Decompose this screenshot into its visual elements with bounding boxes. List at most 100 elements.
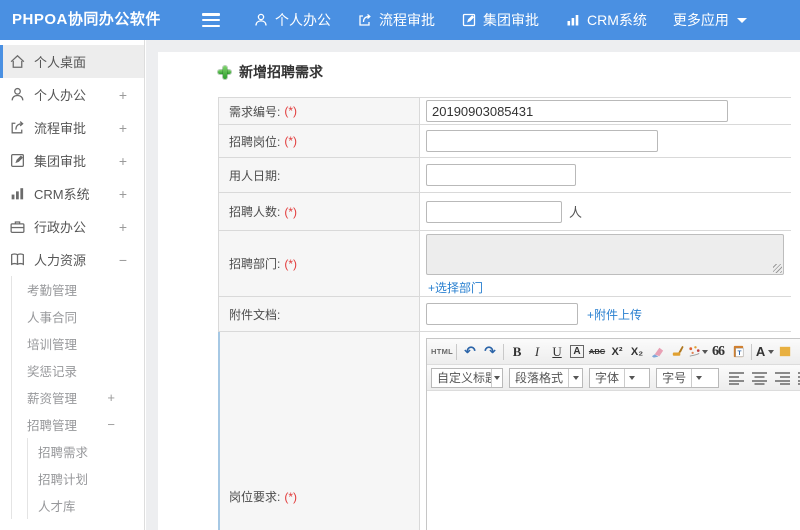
top-menu-group-approval[interactable]: 集团审批 xyxy=(448,0,552,40)
unit-suffix: 人 xyxy=(569,205,583,220)
html-source-button[interactable]: HTML xyxy=(431,342,453,362)
font-color-button[interactable]: A xyxy=(755,342,775,362)
select-department-link[interactable]: +选择部门 xyxy=(428,279,483,296)
bar-chart-icon xyxy=(9,185,26,202)
required-marker: (*) xyxy=(284,204,298,219)
align-right-icon[interactable] xyxy=(773,368,792,388)
recruit-demand-form: 需求编号: (*) 招聘岗位: (*) 用人日期 xyxy=(218,97,800,530)
collapse-minus-icon[interactable]: − xyxy=(107,417,115,432)
sidebar-item-talent-pool[interactable]: 人才库 xyxy=(28,492,144,519)
form-row-attachment: 附件文档: +附件上传 xyxy=(218,297,791,332)
redo-button[interactable]: ↷ xyxy=(480,342,500,362)
top-menu-crm[interactable]: CRM系统 xyxy=(552,0,660,40)
sidebar-item-admin-office[interactable]: 行政办公 + xyxy=(0,210,144,243)
sidebar: 个人桌面 个人办公 + 流程审批 + 集团审批 + CRM系统 + 行政办公 +… xyxy=(0,40,145,530)
expand-plus-icon[interactable]: + xyxy=(119,87,127,103)
edit-approve-icon xyxy=(461,12,477,28)
paste-button[interactable]: T xyxy=(728,342,748,362)
form-row-position: 招聘岗位: (*) xyxy=(218,125,791,158)
sidebar-item-rewards[interactable]: 奖惩记录 xyxy=(12,357,144,384)
briefcase-icon xyxy=(9,218,26,235)
sidebar-item-salary[interactable]: 薪资管理 + xyxy=(12,384,144,411)
form-row-demand-number: 需求编号: (*) xyxy=(218,98,791,125)
expand-plus-icon[interactable]: + xyxy=(119,153,127,169)
heading-select[interactable]: 自定义标题 xyxy=(431,367,503,388)
bold-button[interactable]: B xyxy=(507,342,527,362)
collapse-minus-icon[interactable]: − xyxy=(119,252,127,268)
field-label: 招聘部门: xyxy=(229,257,281,271)
sidebar-item-training[interactable]: 培训管理 xyxy=(12,330,144,357)
hire-date-input[interactable] xyxy=(426,164,576,186)
form-row-headcount: 招聘人数: (*) 人 xyxy=(218,193,791,231)
sidebar-item-recruit-demand[interactable]: 招聘需求 xyxy=(28,438,144,465)
sidebar-item-workflow-approval[interactable]: 流程审批 + xyxy=(0,111,144,144)
top-menu-more-apps[interactable]: 更多应用 xyxy=(660,0,760,40)
editor-body[interactable] xyxy=(427,391,800,530)
position-input[interactable] xyxy=(426,130,658,152)
field-label: 附件文档: xyxy=(229,307,281,322)
top-menu-personal-office[interactable]: 个人办公 xyxy=(240,0,344,40)
sidebar-item-recruit-plan[interactable]: 招聘计划 xyxy=(28,465,144,492)
user-icon xyxy=(253,12,269,28)
paragraph-format-select[interactable]: 段落格式 xyxy=(509,367,584,388)
expand-plus-icon[interactable]: + xyxy=(119,186,127,202)
expand-plus-icon[interactable]: + xyxy=(107,390,115,405)
sidebar-item-human-resources[interactable]: 人力资源 − xyxy=(0,243,144,276)
demand-number-input[interactable] xyxy=(426,100,728,122)
edit-approve-icon xyxy=(9,152,26,169)
editor-toolbar-row2: 自定义标题 段落格式 字体 xyxy=(427,365,800,391)
page-title: 新增招聘需求 xyxy=(218,62,800,82)
department-textarea[interactable] xyxy=(426,234,784,275)
font-family-select[interactable]: 字体 xyxy=(589,367,651,388)
font-style-button[interactable]: A xyxy=(567,342,587,362)
underline-button[interactable]: U xyxy=(547,342,567,362)
sidebar-item-crm[interactable]: CRM系统 + xyxy=(0,177,144,210)
align-left-icon[interactable] xyxy=(727,368,746,388)
resize-grip-icon[interactable] xyxy=(773,264,782,273)
editor-toolbar-row1: HTML ↶ ↷ B I U A ABC X² X₂ 66 T A xyxy=(427,339,800,365)
required-marker: (*) xyxy=(284,256,298,271)
remove-format-eraser-icon[interactable] xyxy=(647,342,667,362)
svg-text:T: T xyxy=(737,350,741,357)
app-logo: PHPOA协同办公软件 xyxy=(12,11,161,28)
highlight-color-button[interactable] xyxy=(775,342,795,362)
sidebar-item-hr-contract[interactable]: 人事合同 xyxy=(12,303,144,330)
top-navigation-bar: PHPOA协同办公软件 个人办公 流程审批 集团审批 CRM系统 更多应用 xyxy=(0,0,800,40)
format-painter-icon[interactable] xyxy=(687,342,709,362)
subscript-button[interactable]: X₂ xyxy=(627,342,647,362)
expand-plus-icon[interactable]: + xyxy=(119,120,127,136)
format-brush-icon[interactable] xyxy=(667,342,687,362)
home-icon xyxy=(9,53,26,70)
attachment-input[interactable] xyxy=(426,303,578,325)
required-marker: (*) xyxy=(284,134,298,148)
italic-button[interactable]: I xyxy=(527,342,547,362)
upload-attachment-link[interactable]: +附件上传 xyxy=(587,306,642,323)
sidebar-hr-submenu: 考勤管理 人事合同 培训管理 奖惩记录 薪资管理 + 招聘管理 − 招聘需求 招… xyxy=(11,276,144,519)
sidebar-item-group-approval[interactable]: 集团审批 + xyxy=(0,144,144,177)
content-panel: 新增招聘需求 需求编号: (*) 招聘岗位: (*) xyxy=(158,52,800,530)
font-size-select[interactable]: 字号 xyxy=(656,367,719,388)
form-row-job-requirements: 岗位要求: (*) HTML ↶ ↷ B I U A ABC X² X₂ 66 … xyxy=(218,332,800,530)
form-row-hire-date: 用人日期: xyxy=(218,158,791,193)
blockquote-button[interactable]: 66 xyxy=(708,342,728,362)
sidebar-item-personal-desktop[interactable]: 个人桌面 xyxy=(0,45,144,78)
caret-down-icon xyxy=(624,368,638,387)
caret-down-icon xyxy=(736,17,747,23)
menu-toggle-button[interactable] xyxy=(202,13,220,27)
sidebar-item-recruitment[interactable]: 招聘管理 − xyxy=(12,411,144,438)
caret-down-icon xyxy=(568,368,582,387)
expand-plus-icon[interactable]: + xyxy=(119,219,127,235)
align-center-icon[interactable] xyxy=(750,368,769,388)
sidebar-item-personal-office[interactable]: 个人办公 + xyxy=(0,78,144,111)
headcount-input[interactable] xyxy=(426,200,562,223)
top-menu-workflow-approval[interactable]: 流程审批 xyxy=(344,0,448,40)
superscript-button[interactable]: X² xyxy=(607,342,627,362)
add-plus-icon xyxy=(218,65,231,79)
align-justify-icon[interactable] xyxy=(796,368,800,388)
required-marker: (*) xyxy=(284,489,298,504)
sidebar-item-attendance[interactable]: 考勤管理 xyxy=(12,276,144,303)
undo-button[interactable]: ↶ xyxy=(460,342,480,362)
book-icon xyxy=(9,251,26,268)
top-menu: 个人办公 流程审批 集团审批 CRM系统 更多应用 xyxy=(240,0,760,40)
strikethrough-button[interactable]: ABC xyxy=(587,342,607,362)
